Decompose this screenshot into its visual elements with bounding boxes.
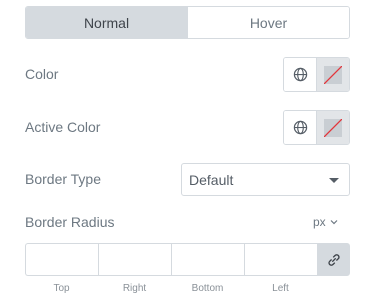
color-swatch[interactable] <box>317 58 349 91</box>
active-color-swatch[interactable] <box>317 111 349 144</box>
label-left: Left <box>272 283 289 294</box>
no-color-icon <box>324 118 342 137</box>
label-bottom: Bottom <box>191 283 224 294</box>
globe-icon <box>293 67 307 82</box>
label-right: Right <box>122 283 147 294</box>
active-color-global-button[interactable] <box>284 111 317 144</box>
link-icon <box>327 253 340 266</box>
radius-left-input[interactable] <box>244 243 317 276</box>
label-top: Top <box>53 283 70 294</box>
tab-normal[interactable]: Normal <box>26 7 187 38</box>
border-type-value: Default <box>189 171 234 188</box>
globe-icon <box>293 120 307 135</box>
radius-bottom-input[interactable] <box>171 243 244 276</box>
radius-right-input[interactable] <box>98 243 171 276</box>
no-color-icon <box>324 65 342 84</box>
radius-top-input[interactable] <box>25 243 98 276</box>
color-global-button[interactable] <box>284 58 317 91</box>
tab-hover[interactable]: Hover <box>187 7 349 38</box>
color-control <box>283 57 350 92</box>
active-color-label: Active Color <box>25 119 101 135</box>
color-label: Color <box>25 66 59 82</box>
border-type-select[interactable]: Default <box>181 163 350 196</box>
state-tabs: Normal Hover <box>25 6 350 39</box>
active-color-control <box>283 110 350 145</box>
chevron-down-icon <box>330 220 338 225</box>
border-type-label: Border Type <box>25 171 102 187</box>
link-values-button[interactable] <box>317 243 350 276</box>
unit-value: px <box>313 215 326 229</box>
border-radius-label: Border Radius <box>25 214 115 230</box>
caret-down-icon <box>329 178 339 183</box>
border-radius-inputs <box>25 243 350 276</box>
dimension-labels: Top Right Bottom Left <box>25 283 317 294</box>
unit-selector[interactable]: px <box>313 215 338 229</box>
